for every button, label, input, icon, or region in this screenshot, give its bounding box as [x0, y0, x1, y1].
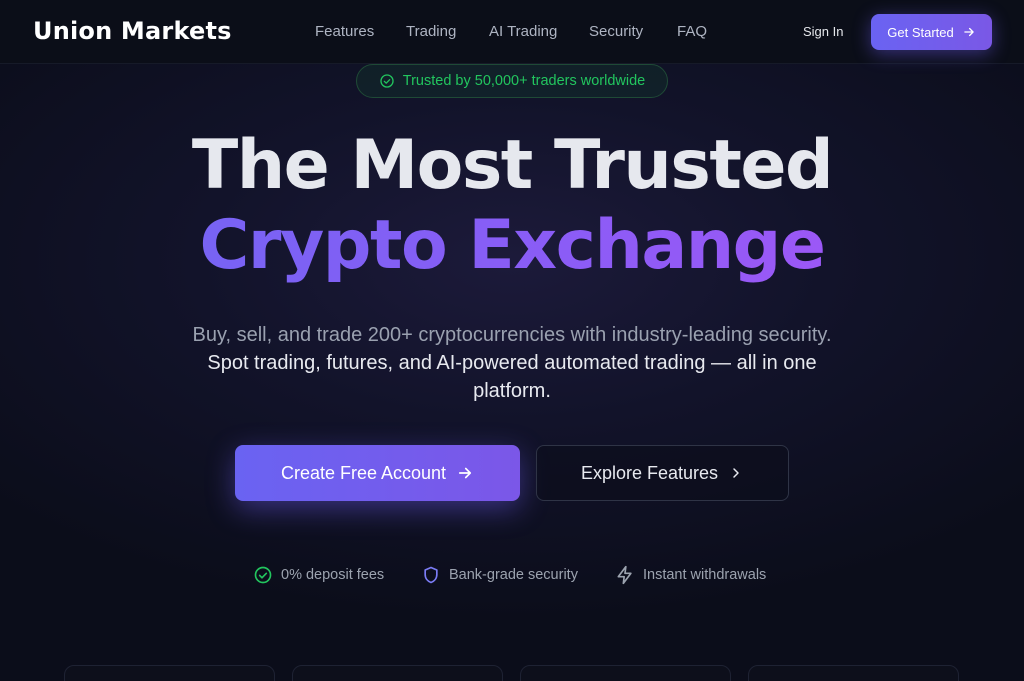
create-account-label: Create Free Account — [280, 462, 447, 483]
sign-in-button[interactable]: Sign In — [803, 24, 843, 39]
check-circle-icon — [380, 74, 394, 88]
trust-badge-text: Trusted by 50,000+ traders worldwide — [402, 73, 646, 89]
hero-title-line2: Crypto Exchange — [0, 206, 1024, 285]
stat-card — [748, 665, 959, 681]
chevron-right-icon — [733, 468, 739, 478]
stat-card — [520, 665, 731, 681]
hero-title-line1: The Most Trusted — [191, 126, 834, 205]
check-circle-icon — [254, 566, 272, 584]
hero-subtitle-highlight: Spot trading, futures, and AI-powered au… — [207, 352, 817, 402]
nav-link-trading[interactable]: Trading — [406, 23, 456, 40]
nav-link-faq[interactable]: FAQ — [677, 23, 707, 40]
hero-subtitle-plain: Buy, sell, and trade 200+ cryptocurrenci… — [192, 324, 832, 346]
feature-withdrawals: Instant withdrawals — [615, 564, 766, 586]
stat-card — [292, 665, 503, 681]
feature-deposit-fees: 0% deposit fees — [253, 564, 384, 586]
shield-icon — [424, 566, 438, 584]
hero-subtitle: Buy, sell, and trade 200+ cryptocurrenci… — [180, 321, 844, 405]
feature-label: Instant withdrawals — [643, 567, 767, 583]
nav-link-ai-trading[interactable]: AI Trading — [489, 23, 557, 40]
explore-features-button[interactable]: Explore Features — [536, 445, 789, 501]
nav-link-features[interactable]: Features — [315, 23, 374, 40]
get-started-label: Get Started — [887, 24, 954, 40]
arrow-right-icon — [964, 27, 974, 37]
top-navbar: Union Markets Features Trading AI Tradin… — [0, 0, 1024, 64]
feature-label: Bank-grade security — [449, 567, 578, 583]
create-account-button[interactable]: Create Free Account — [235, 445, 520, 501]
brand-logo[interactable]: Union Markets — [33, 17, 232, 45]
trust-badge: Trusted by 50,000+ traders worldwide — [356, 64, 668, 98]
feature-security: Bank-grade security — [421, 564, 578, 586]
feature-label: 0% deposit fees — [281, 567, 385, 583]
nav-link-security[interactable]: Security — [589, 23, 643, 40]
lightning-icon — [617, 565, 632, 585]
explore-features-label: Explore Features — [580, 462, 719, 483]
get-started-button[interactable]: Get Started — [871, 14, 992, 50]
arrow-right-icon — [458, 467, 472, 479]
stat-card — [64, 665, 275, 681]
